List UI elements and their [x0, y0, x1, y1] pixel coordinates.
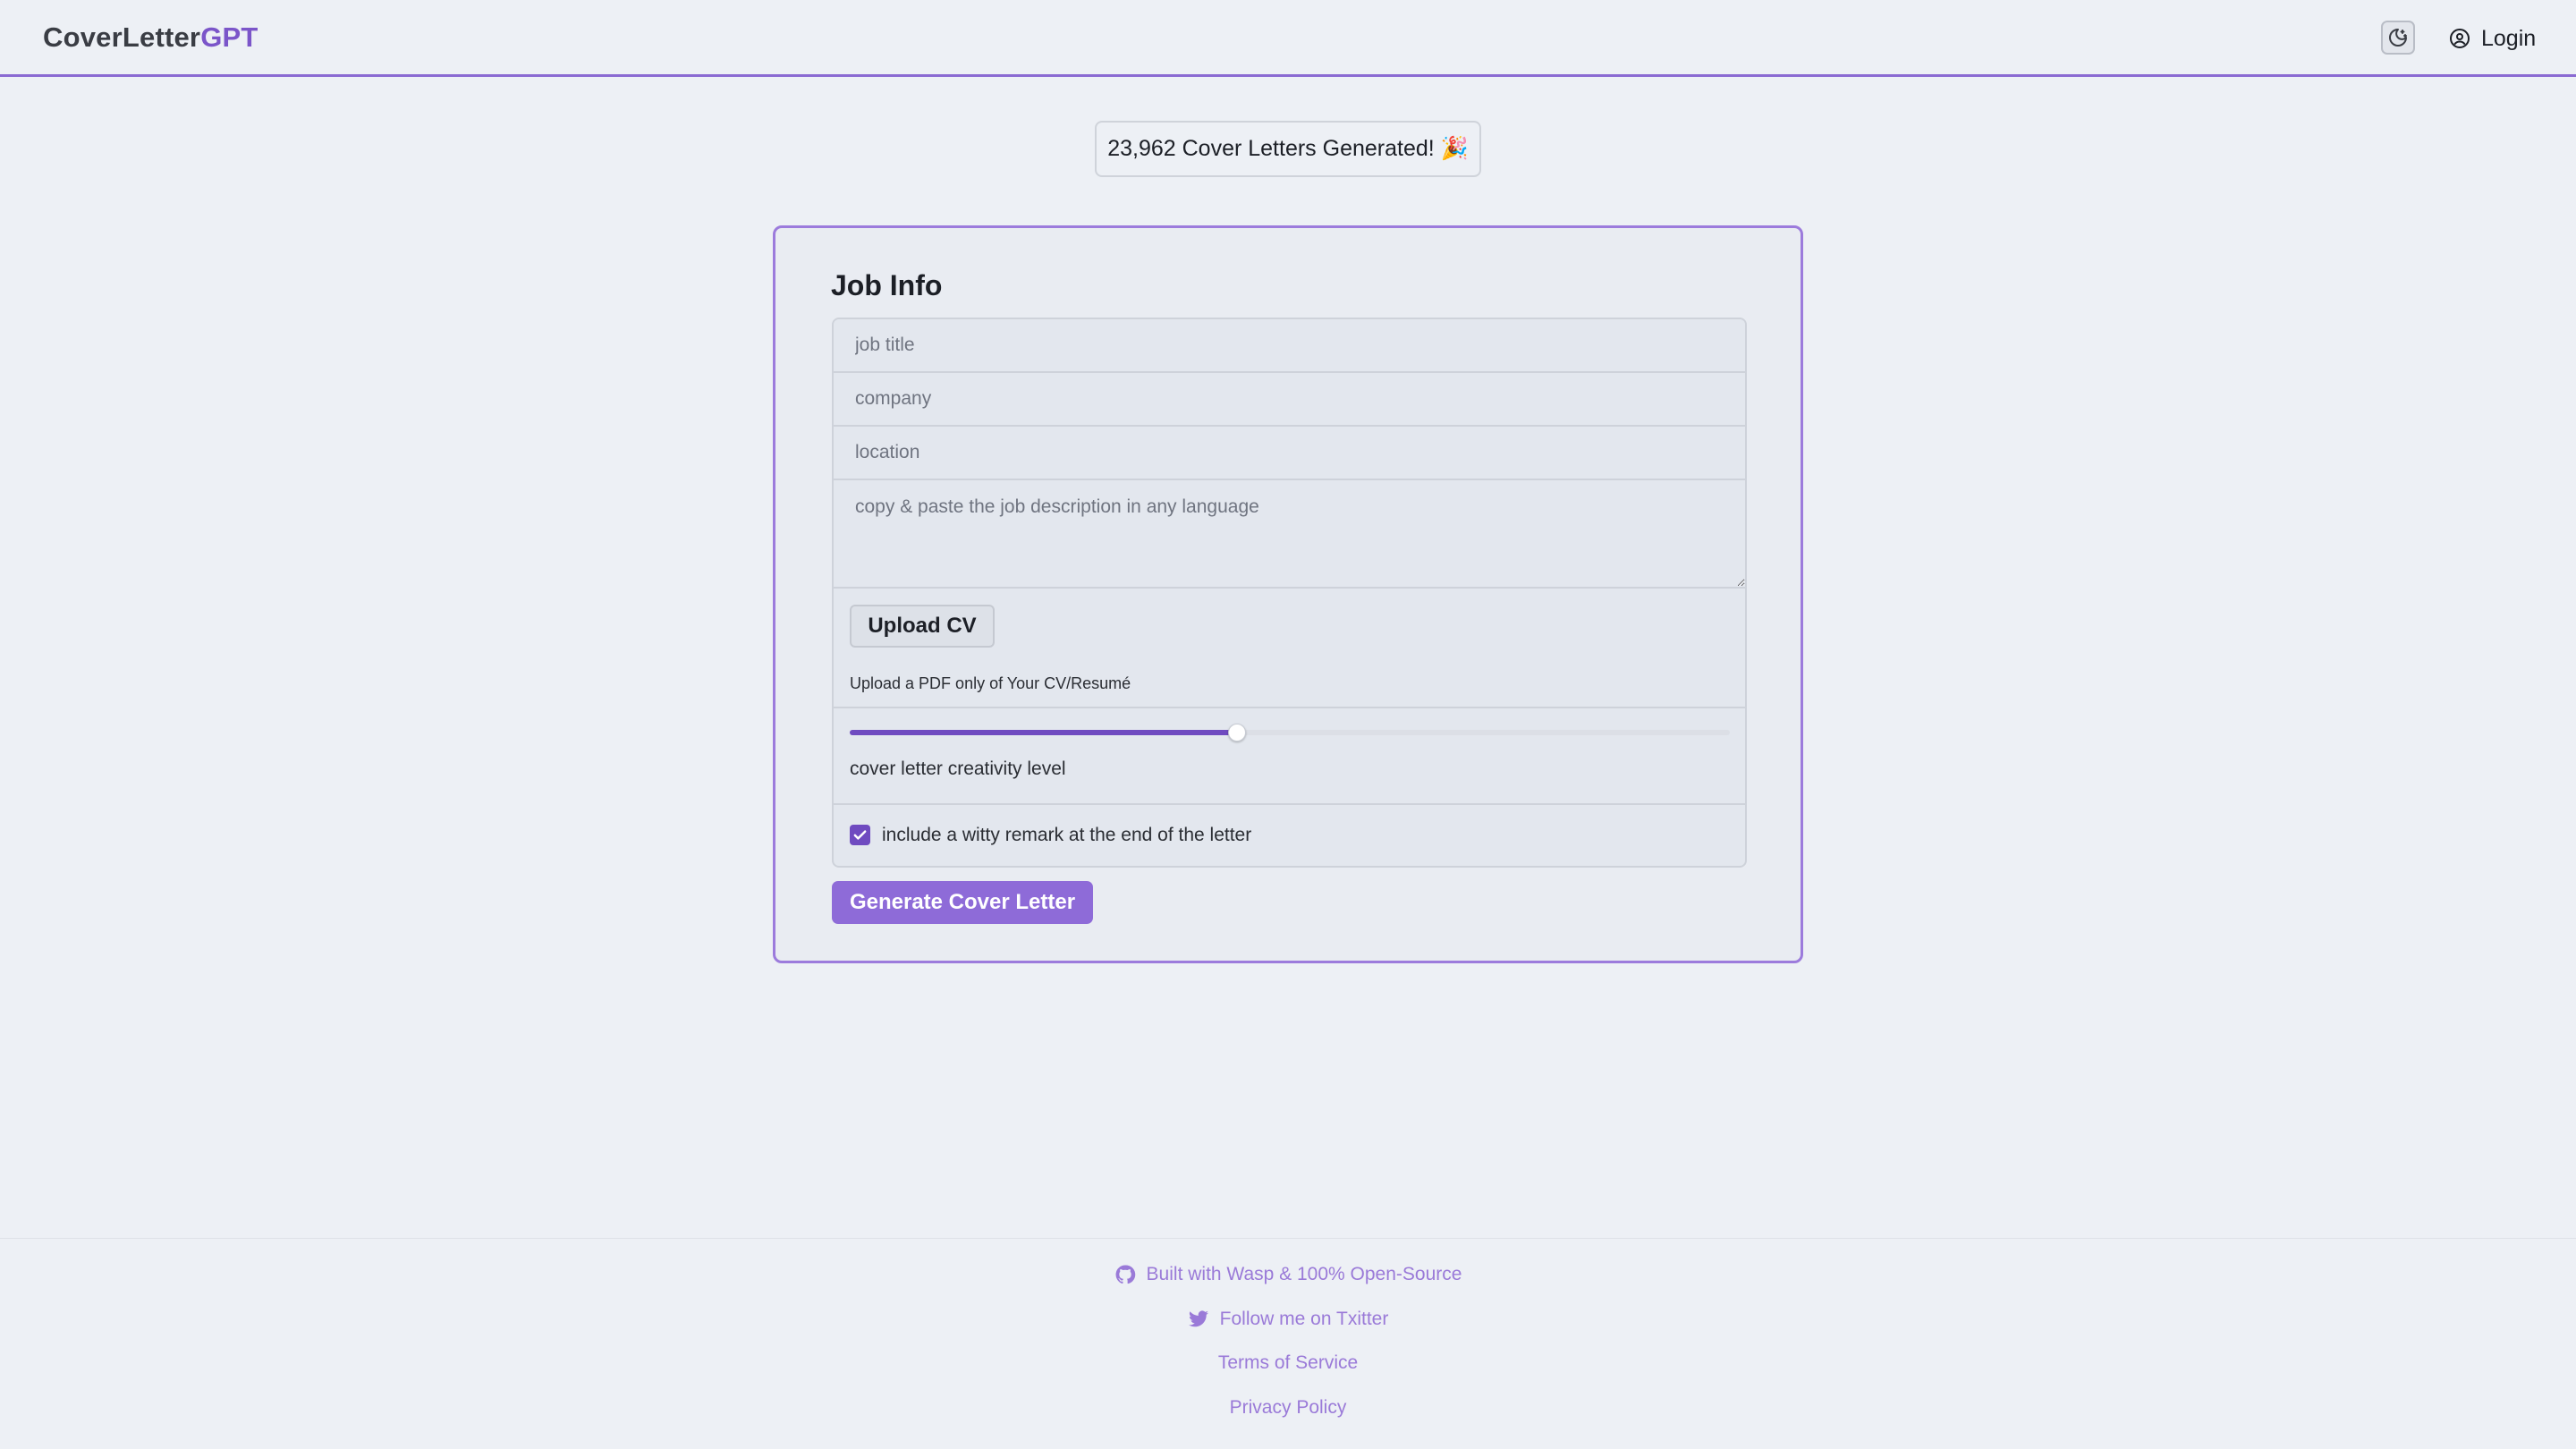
- job-description-textarea[interactable]: [834, 480, 1745, 589]
- witty-remark-section: include a witty remark at the end of the…: [834, 805, 1745, 866]
- github-link[interactable]: Built with Wasp & 100% Open-Source: [0, 1264, 2576, 1285]
- generate-cover-letter-button[interactable]: Generate Cover Letter: [832, 881, 1093, 924]
- letters-generated-counter: 23,962 Cover Letters Generated! 🎉: [1095, 121, 1481, 177]
- github-link-label: Built with Wasp & 100% Open-Source: [1146, 1264, 1462, 1284]
- job-title-input[interactable]: [834, 319, 1745, 373]
- slider-fill: [850, 730, 1237, 735]
- brand-text-gpt: GPT: [200, 21, 258, 53]
- upload-hint: Upload a PDF only of Your CV/Resumé: [850, 674, 1131, 692]
- brand-logo[interactable]: CoverLetterGPT: [43, 21, 258, 54]
- login-label: Login: [2481, 25, 2537, 51]
- twitter-link[interactable]: Follow me on Txitter: [0, 1309, 2576, 1330]
- checkmark-icon: [853, 830, 867, 840]
- witty-remark-checkbox[interactable]: [850, 825, 870, 845]
- github-icon: [1115, 1265, 1135, 1284]
- job-info-form: Upload CV Upload a PDF only of Your CV/R…: [832, 318, 1747, 868]
- location-input[interactable]: [834, 427, 1745, 480]
- top-navbar: CoverLetterGPT Login: [0, 0, 2576, 77]
- counter-text: 23,962 Cover Letters Generated! 🎉: [1107, 136, 1469, 161]
- login-button[interactable]: Login: [2449, 23, 2536, 54]
- job-info-card: Job Info Upload CV Upload a PDF only of …: [773, 225, 1803, 963]
- twitter-icon: [1188, 1310, 1208, 1327]
- privacy-policy-link[interactable]: Privacy Policy: [0, 1397, 2576, 1419]
- upload-cv-button[interactable]: Upload CV: [850, 605, 995, 648]
- theme-toggle-button[interactable]: [2381, 21, 2415, 55]
- cv-upload-section: Upload CV Upload a PDF only of Your CV/R…: [834, 589, 1745, 708]
- twitter-link-label: Follow me on Txitter: [1219, 1309, 1389, 1329]
- slider-thumb[interactable]: [1227, 724, 1246, 741]
- creativity-slider[interactable]: [850, 724, 1730, 741]
- witty-remark-label[interactable]: include a witty remark at the end of the…: [882, 825, 1251, 846]
- brand-text-coverletter: CoverLetter: [43, 21, 201, 53]
- creativity-section: cover letter creativity level: [834, 708, 1745, 805]
- footer: Built with Wasp & 100% Open-Source Follo…: [0, 1238, 2576, 1449]
- creativity-label: cover letter creativity level: [850, 758, 1066, 779]
- company-input[interactable]: [834, 373, 1745, 427]
- terms-of-service-link[interactable]: Terms of Service: [0, 1352, 2576, 1374]
- card-title: Job Info: [831, 269, 943, 301]
- user-circle-icon: [2450, 29, 2470, 48]
- moon-stars-icon: [2389, 29, 2407, 47]
